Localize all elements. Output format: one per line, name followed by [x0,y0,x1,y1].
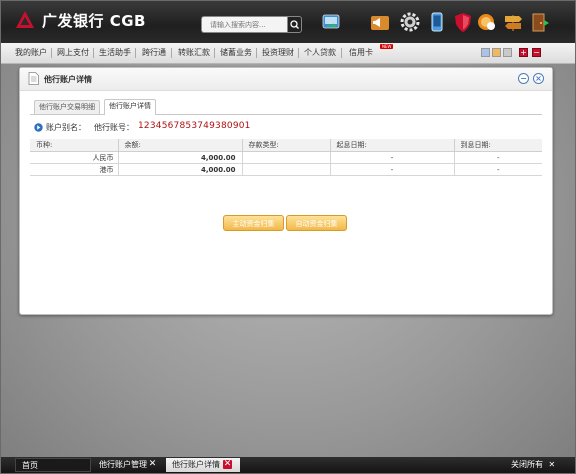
nav-item-life-assistant[interactable]: 生活助手 [99,47,131,58]
cell-balance: 4,000.00 [118,151,243,164]
theme-gray-swatch[interactable] [503,48,512,57]
zoom-in-icon[interactable]: + [519,48,528,57]
taskbar-home[interactable]: 首页 [15,458,91,472]
gear-icon[interactable] [399,11,421,33]
app-window: 广发银行 CGB 请输入搜索内容... 我的账户 网上支付 生活助手 跨行通 转… [0,0,576,474]
table-row: 港币 4,000.00 - - [30,163,542,176]
bank-logo-text: 广发银行 CGB [42,12,146,30]
new-badge: NEW [380,44,394,49]
minimize-icon[interactable]: − [518,73,529,84]
close-task-icon[interactable]: ✕ [148,460,157,469]
cell-start-date: - [330,151,455,164]
close-all-label: 关闭所有 [511,460,543,469]
zoom-out-icon[interactable]: − [532,48,541,57]
header-maturity-date: 到息日期: [454,139,542,152]
nav-divider [256,48,257,58]
shield-icon[interactable] [452,11,474,33]
theme-orange-swatch[interactable] [492,48,501,57]
account-number-label: 他行账号： [94,123,134,132]
search-input[interactable] [201,16,287,33]
nav-item-my-account[interactable]: 我的账户 [15,47,47,58]
main-nav: 我的账户 网上支付 生活助手 跨行通 转账汇款 储蓄业务 投资理财 个人贷款 信… [1,43,575,64]
tab-transaction-details[interactable]: 他行账户交易明细 [34,100,100,114]
transfer-icon[interactable] [320,11,342,33]
theme-blue-swatch[interactable] [481,48,490,57]
account-detail-panel: 他行账户详情 − × 他行账户交易明细 他行账户详情 账户别名： 他行账号： 1… [19,67,553,315]
cell-start-date: - [330,163,455,176]
search-box [201,16,302,33]
close-all-button[interactable]: 关闭所有 ✕ [505,458,565,472]
nav-divider [93,48,94,58]
arrow-right-circle-icon [34,123,43,132]
megaphone-icon[interactable] [369,11,391,33]
table-header-row: 币种: 余额: 存款类型: 起息日期: 到息日期: [30,139,542,152]
nav-item-personal-loan[interactable]: 个人贷款 [304,47,336,58]
header-deposit-type: 存款类型: [242,139,331,152]
cell-maturity-date: - [454,151,542,164]
balance-table: 币种: 余额: 存款类型: 起息日期: 到息日期: 人民币 4,000.00 -… [30,139,542,176]
cell-maturity-date: - [454,163,542,176]
nav-divider [51,48,52,58]
exit-door-icon[interactable] [529,11,551,33]
signpost-icon[interactable] [502,11,524,33]
header-currency: 币种: [30,139,119,152]
cell-deposit-type [242,163,331,176]
header-bar: 广发银行 CGB [1,1,575,43]
panel-header: 他行账户详情 − × [20,68,552,91]
tab-bar: 他行账户交易明细 他行账户详情 [30,98,542,115]
cell-deposit-type [242,151,331,164]
nav-item-transfer[interactable]: 转账汇款 [178,47,210,58]
header-balance: 余额: [118,139,243,152]
task-label: 他行账户管理 [99,460,147,469]
table-row: 人民币 4,000.00 - - [30,151,542,164]
close-icon[interactable]: × [533,73,544,84]
search-button[interactable] [287,16,302,33]
nav-item-cross-bank[interactable]: 跨行通 [142,47,166,58]
auto-collection-button[interactable]: 自动资金归集 [286,215,347,231]
cell-currency: 港币 [30,163,119,176]
nav-divider [171,48,172,58]
cell-currency: 人民币 [30,151,119,164]
nav-divider [135,48,136,58]
nav-item-savings[interactable]: 储蓄业务 [220,47,252,58]
cell-balance: 4,000.00 [118,163,243,176]
account-alias-label: 账户别名： [46,123,86,132]
search-icon [290,20,299,29]
nav-item-investment[interactable]: 投资理财 [262,47,294,58]
panel-title: 他行账户详情 [44,75,92,84]
nav-divider [298,48,299,58]
globe-user-icon[interactable] [476,11,498,33]
manual-collection-button[interactable]: 主动资金归集 [223,215,284,231]
task-label: 他行账户详情 [172,460,220,469]
account-number: 1234567853749380901 [138,121,251,131]
taskbar: 首页 他行账户管理 ✕ 他行账户详情 ✕ 关闭所有 ✕ [1,457,575,473]
cgb-logo-icon [16,11,34,28]
nav-item-credit-card[interactable]: 信用卡 [349,47,373,58]
nav-divider [341,48,342,58]
nav-item-online-payment[interactable]: 网上支付 [57,47,89,58]
close-active-task-icon[interactable]: ✕ [223,460,232,469]
header-start-date: 起息日期: [330,139,455,152]
tab-account-details[interactable]: 他行账户详情 [104,99,156,115]
nav-divider [214,48,215,58]
close-all-icon: ✕ [548,460,556,469]
mobile-icon[interactable] [426,11,448,33]
document-icon [28,72,39,85]
